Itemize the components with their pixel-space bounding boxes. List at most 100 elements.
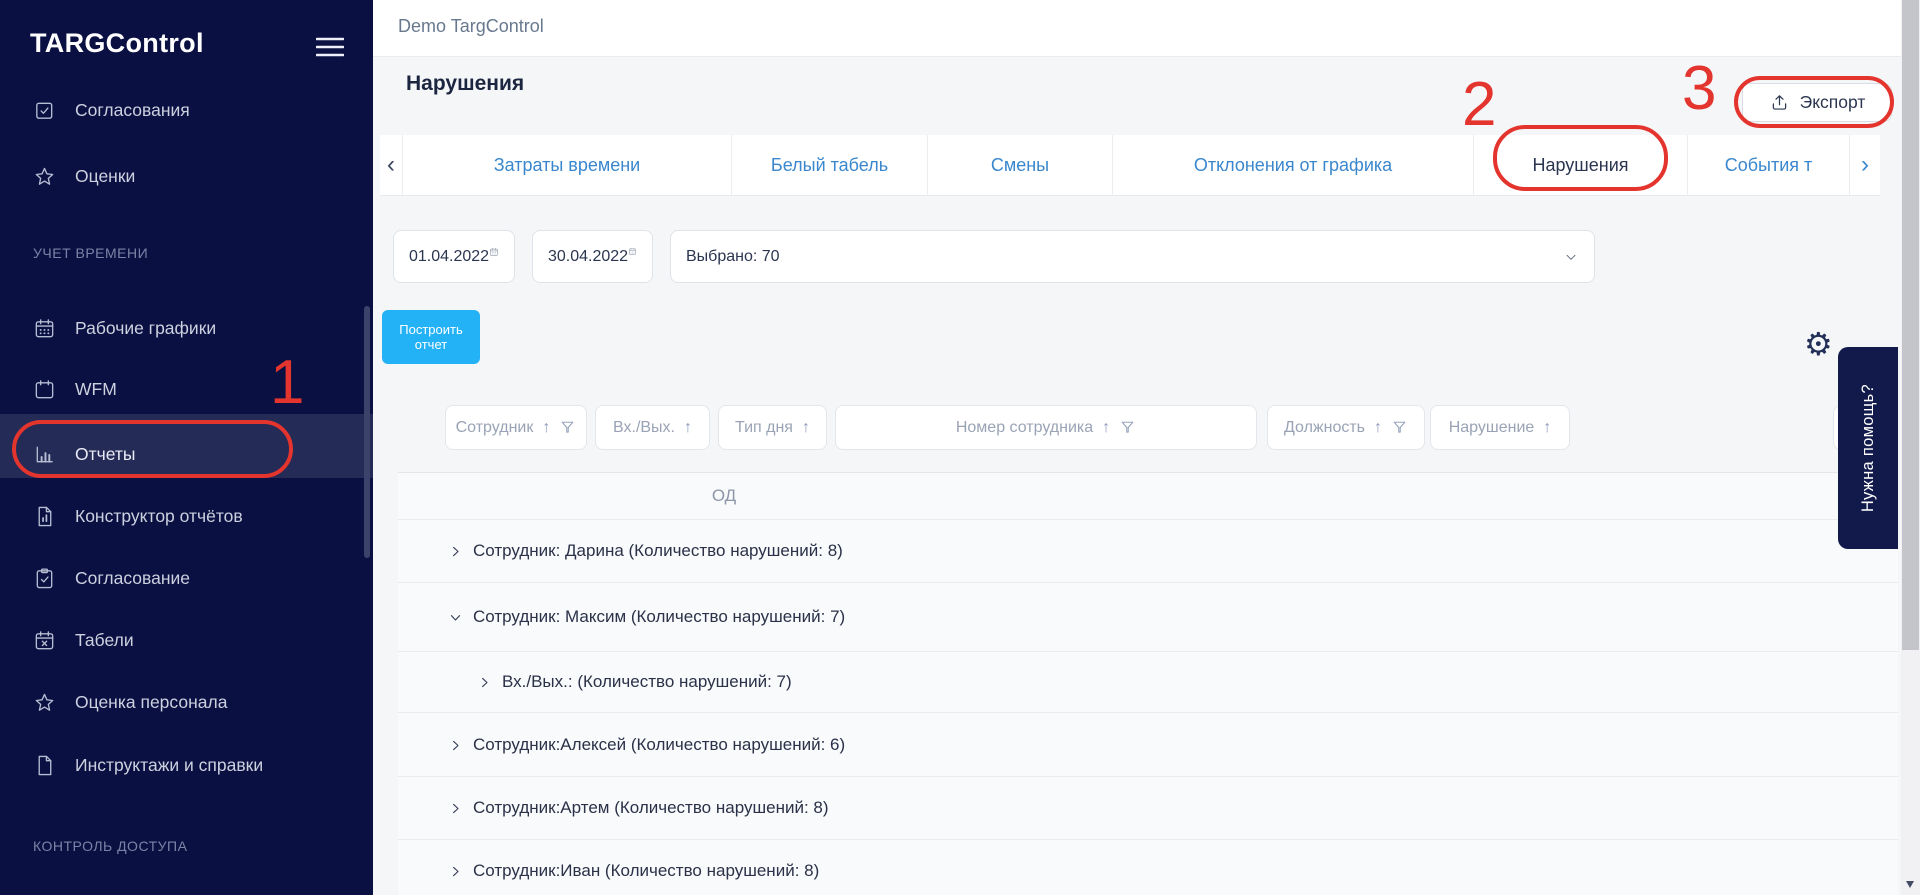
- sidebar-item-reports[interactable]: Отчеты: [0, 430, 373, 478]
- row-label: Сотрудник:Алексей (Количество нарушений:…: [473, 734, 846, 754]
- sidebar-item-staff-evaluation[interactable]: Оценка персонала: [0, 678, 373, 726]
- column-header-employee[interactable]: Сотрудник ↑: [445, 405, 587, 450]
- calendar-icon: [628, 247, 637, 267]
- sidebar-scrollbar-thumb[interactable]: [364, 306, 370, 558]
- hamburger-menu-icon[interactable]: [316, 36, 344, 58]
- sidebar-item-approval[interactable]: Согласование: [0, 554, 373, 602]
- filter-funnel-icon[interactable]: [1391, 419, 1408, 436]
- table-row-aleksey[interactable]: Сотрудник:Алексей (Количество нарушений:…: [398, 713, 1898, 777]
- export-button-label: Экспорт: [1799, 92, 1866, 112]
- column-label: Сотрудник: [455, 418, 534, 436]
- vertical-scrollbar[interactable]: [1901, 0, 1920, 895]
- group-header-label: ОД: [711, 486, 737, 505]
- chevron-right-icon[interactable]: [448, 864, 463, 879]
- sidebar-item-label: Оценка персонала: [75, 691, 228, 712]
- calendar-grid-icon: [33, 317, 56, 340]
- page-title: Нарушения: [406, 72, 525, 95]
- sort-asc-icon[interactable]: ↑: [542, 419, 550, 437]
- tab-schedule-deviations[interactable]: Отклонения от графика: [1112, 135, 1473, 195]
- sidebar-item-briefings[interactable]: Инструктажи и справки: [0, 741, 373, 789]
- chevron-right-icon[interactable]: [448, 801, 463, 816]
- workspace-name: Demo TargControl: [398, 16, 544, 36]
- sort-asc-icon[interactable]: ↑: [1102, 419, 1110, 437]
- sort-asc-icon[interactable]: ↑: [1543, 419, 1551, 437]
- chevron-down-icon: [1563, 249, 1579, 265]
- table-row-maksim[interactable]: Сотрудник: Максим (Количество нарушений:…: [398, 583, 1898, 652]
- table-row-artem[interactable]: Сотрудник:Артем (Количество нарушений: 8…: [398, 777, 1898, 840]
- sort-asc-icon[interactable]: ↑: [684, 419, 692, 437]
- document-chart-icon: [33, 505, 56, 528]
- vertical-scrollbar-thumb[interactable]: [1902, 0, 1919, 650]
- column-label: Нарушение: [1448, 418, 1535, 436]
- sidebar-item-report-builder[interactable]: Конструктор отчётов: [0, 492, 373, 540]
- sidebar-item-label: Согласования: [75, 99, 190, 120]
- tab-shifts[interactable]: Смены: [927, 135, 1112, 195]
- table-row-in-out-group[interactable]: Вх./Вых.: (Количество нарушений: 7): [398, 652, 1898, 713]
- sidebar-section-time-tracking: УЧЕТ ВРЕМЕНИ: [33, 245, 149, 261]
- group-column-header: ОД: [398, 472, 1898, 520]
- app-logo: TARGControl: [30, 28, 204, 58]
- calendar-icon: [33, 378, 56, 401]
- calendar-x-icon: [33, 629, 56, 652]
- topbar: Demo TargControl: [373, 0, 1920, 57]
- date-to-field[interactable]: 30.04.2022: [532, 230, 653, 283]
- sidebar-item-timesheets[interactable]: Табели: [0, 616, 373, 664]
- sidebar-item-ratings[interactable]: Оценки: [0, 152, 373, 200]
- row-label: Сотрудник: Максим (Количество нарушений:…: [473, 607, 846, 626]
- filter-funnel-icon[interactable]: [1119, 419, 1136, 436]
- tab-violations[interactable]: Нарушения: [1473, 135, 1687, 195]
- star-icon: [33, 691, 56, 714]
- scrollbar-down-arrow-icon[interactable]: [1906, 881, 1914, 888]
- tabs-scroll-right-icon[interactable]: ›: [1849, 135, 1880, 195]
- chevron-right-icon[interactable]: [477, 675, 492, 690]
- date-from-field[interactable]: 01.04.2022: [393, 230, 515, 283]
- sidebar: TARGControl Согласования Оценки УЧЕТ ВРЕ…: [0, 0, 373, 895]
- clipboard-check-icon: [33, 567, 56, 590]
- column-header-employee-number[interactable]: Номер сотрудника ↑: [835, 405, 1257, 450]
- column-header-violation[interactable]: Нарушение ↑: [1430, 405, 1570, 450]
- chevron-right-icon[interactable]: [448, 738, 463, 753]
- build-report-button[interactable]: Построить отчет: [382, 310, 480, 364]
- column-label: Вх./Вых.: [613, 418, 675, 436]
- tab-time-costs[interactable]: Затраты времени: [402, 135, 731, 195]
- bar-chart-icon: [33, 443, 56, 466]
- document-icon: [33, 754, 56, 777]
- sidebar-item-label: Отчеты: [75, 443, 136, 464]
- filter-funnel-icon[interactable]: [559, 419, 576, 436]
- date-to-value: 30.04.2022: [548, 247, 629, 265]
- sidebar-item-label: Рабочие графики: [75, 317, 217, 338]
- sidebar-item-label: Инструктажи и справки: [75, 754, 264, 775]
- tab-white-timesheet[interactable]: Белый табель: [731, 135, 927, 195]
- sidebar-item-label: Конструктор отчётов: [75, 505, 243, 526]
- column-header-position[interactable]: Должность ↑: [1267, 405, 1425, 450]
- column-label: Тип дня: [735, 418, 793, 436]
- employees-select-value: Выбрано: 70: [686, 247, 780, 265]
- sort-asc-icon[interactable]: ↑: [802, 419, 810, 437]
- sort-asc-icon[interactable]: ↑: [1374, 419, 1382, 437]
- sidebar-item-approvals[interactable]: Согласования: [0, 86, 373, 134]
- need-help-tab[interactable]: Нужна помощь?: [1838, 347, 1898, 549]
- table-row-darina[interactable]: Сотрудник: Дарина (Количество нарушений:…: [398, 520, 1898, 583]
- column-label: Номер сотрудника: [955, 418, 1094, 436]
- violations-table: ОД Сотрудник: Дарина (Количество нарушен…: [398, 472, 1898, 895]
- sidebar-section-access-control: КОНТРОЛЬ ДОСТУПА: [33, 838, 188, 854]
- app-window: TARGControl Согласования Оценки УЧЕТ ВРЕ…: [0, 0, 1920, 895]
- table-row-ivan[interactable]: Сотрудник:Иван (Количество нарушений: 8): [398, 840, 1898, 895]
- gear-icon[interactable]: ⚙: [1804, 328, 1833, 360]
- chevron-right-icon[interactable]: [448, 544, 463, 559]
- employees-select[interactable]: Выбрано: 70: [670, 230, 1595, 283]
- column-header-in-out[interactable]: Вх./Вых. ↑: [595, 405, 710, 450]
- chevron-down-icon[interactable]: [448, 610, 463, 625]
- sidebar-item-wfm[interactable]: WFM: [0, 365, 373, 413]
- upload-icon: [1769, 92, 1790, 113]
- report-tabs: ‹ Затраты времени Белый табель Смены Отк…: [380, 135, 1880, 196]
- column-header-day-type[interactable]: Тип дня ↑: [718, 405, 827, 450]
- tabs-scroll-left-icon[interactable]: ‹: [380, 135, 402, 195]
- export-button[interactable]: Экспорт: [1742, 83, 1892, 122]
- annotation-step-3: 3: [1682, 54, 1717, 123]
- date-from-value: 01.04.2022: [409, 247, 490, 265]
- tab-events[interactable]: События т: [1687, 135, 1849, 195]
- column-label: Должность: [1284, 418, 1365, 436]
- sidebar-item-label: WFM: [75, 378, 117, 399]
- sidebar-item-work-schedules[interactable]: Рабочие графики: [0, 304, 373, 352]
